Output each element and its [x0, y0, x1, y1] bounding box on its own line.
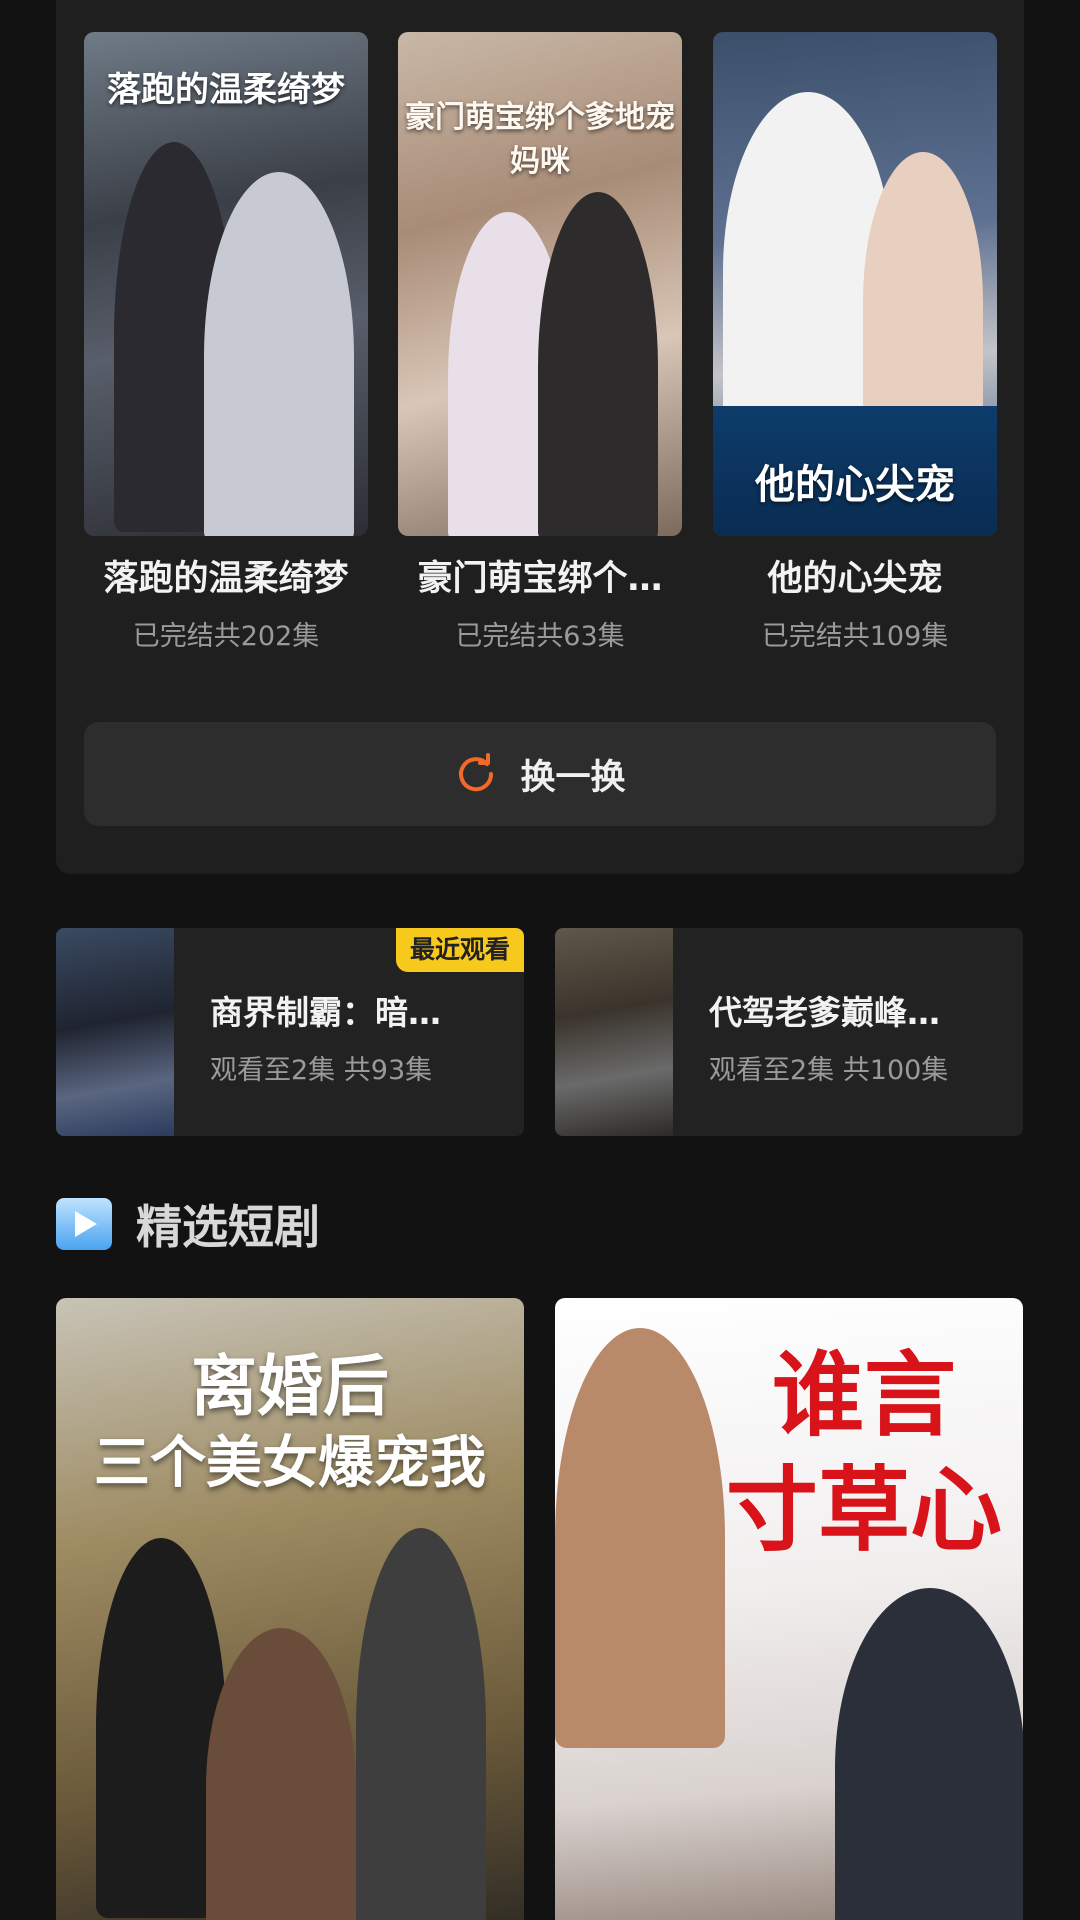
poster-figure: [835, 1588, 1023, 1920]
featured-title-line: 离婚后: [191, 1348, 389, 1425]
poster-figure: [538, 192, 658, 536]
poster-2[interactable]: 豪门萌宝绑个爹地宠妈咪: [398, 32, 682, 536]
drama-title[interactable]: 落跑的温柔绮梦: [84, 550, 368, 601]
recent-progress: 观看至2集 共93集: [210, 1055, 433, 1086]
drama-title[interactable]: 他的心尖宠: [713, 550, 997, 601]
refresh-label: 换一换: [520, 757, 626, 798]
poster-figure: [206, 1628, 356, 1920]
refresh-button[interactable]: 换一换: [84, 722, 996, 826]
poster-title: 豪门萌宝绑个爹地宠妈咪: [405, 100, 675, 179]
page: 落跑的温柔绮梦 豪门萌宝绑个爹地宠妈咪 他的心尖宠 落跑的温柔绮梦 豪门萌宝绑个…: [0, 0, 1080, 1920]
recent-item[interactable]: 最近观看 商界制霸：暗… 观看至2集 共93集: [56, 928, 524, 1136]
drama-status: 已完结共109集: [761, 621, 949, 652]
drama-title[interactable]: 豪门萌宝绑个…: [398, 550, 682, 601]
featured-poster-title: 谁言 寸草心: [705, 1338, 1023, 1568]
featured-card-1[interactable]: 离婚后 三个美女爆宠我: [56, 1298, 524, 1920]
recent-thumbnail: [56, 928, 174, 1136]
drama-status: 已完结共63集: [455, 621, 625, 652]
poster-title: 他的心尖宠: [755, 462, 955, 508]
poster-3[interactable]: 他的心尖宠: [713, 32, 997, 536]
recent-badge: 最近观看: [395, 928, 524, 972]
drama-status: 已完结共202集: [132, 621, 320, 652]
poster-figure: [356, 1528, 486, 1920]
featured-poster-title: 离婚后 三个美女爆宠我: [56, 1346, 524, 1499]
recent-title: 商界制霸：暗…: [210, 993, 441, 1032]
poster-title: 落跑的温柔绮梦: [107, 70, 345, 110]
featured-card-2[interactable]: 谁言 寸草心: [555, 1298, 1023, 1920]
poster-figure: [555, 1328, 725, 1748]
featured-title-line: 三个美女爆宠我: [94, 1430, 486, 1496]
recommendation-card: 落跑的温柔绮梦 豪门萌宝绑个爹地宠妈咪 他的心尖宠 落跑的温柔绮梦 豪门萌宝绑个…: [56, 0, 1024, 874]
recent-item[interactable]: 代驾老爹巅峰… 观看至2集 共100集: [555, 928, 1023, 1136]
poster-1[interactable]: 落跑的温柔绮梦: [84, 32, 368, 536]
recent-thumbnail: [555, 928, 673, 1136]
featured-title-line: 谁言: [771, 1342, 956, 1449]
section-header: 精选短剧: [56, 1194, 320, 1254]
recent-title: 代驾老爹巅峰…: [709, 993, 940, 1032]
recent-progress: 观看至2集 共100集: [709, 1055, 949, 1086]
play-icon: [56, 1198, 112, 1250]
poster-figure: [204, 172, 354, 536]
section-title: 精选短剧: [136, 1200, 320, 1254]
featured-title-line: 寸草心: [725, 1457, 1002, 1564]
refresh-icon: [459, 753, 494, 792]
